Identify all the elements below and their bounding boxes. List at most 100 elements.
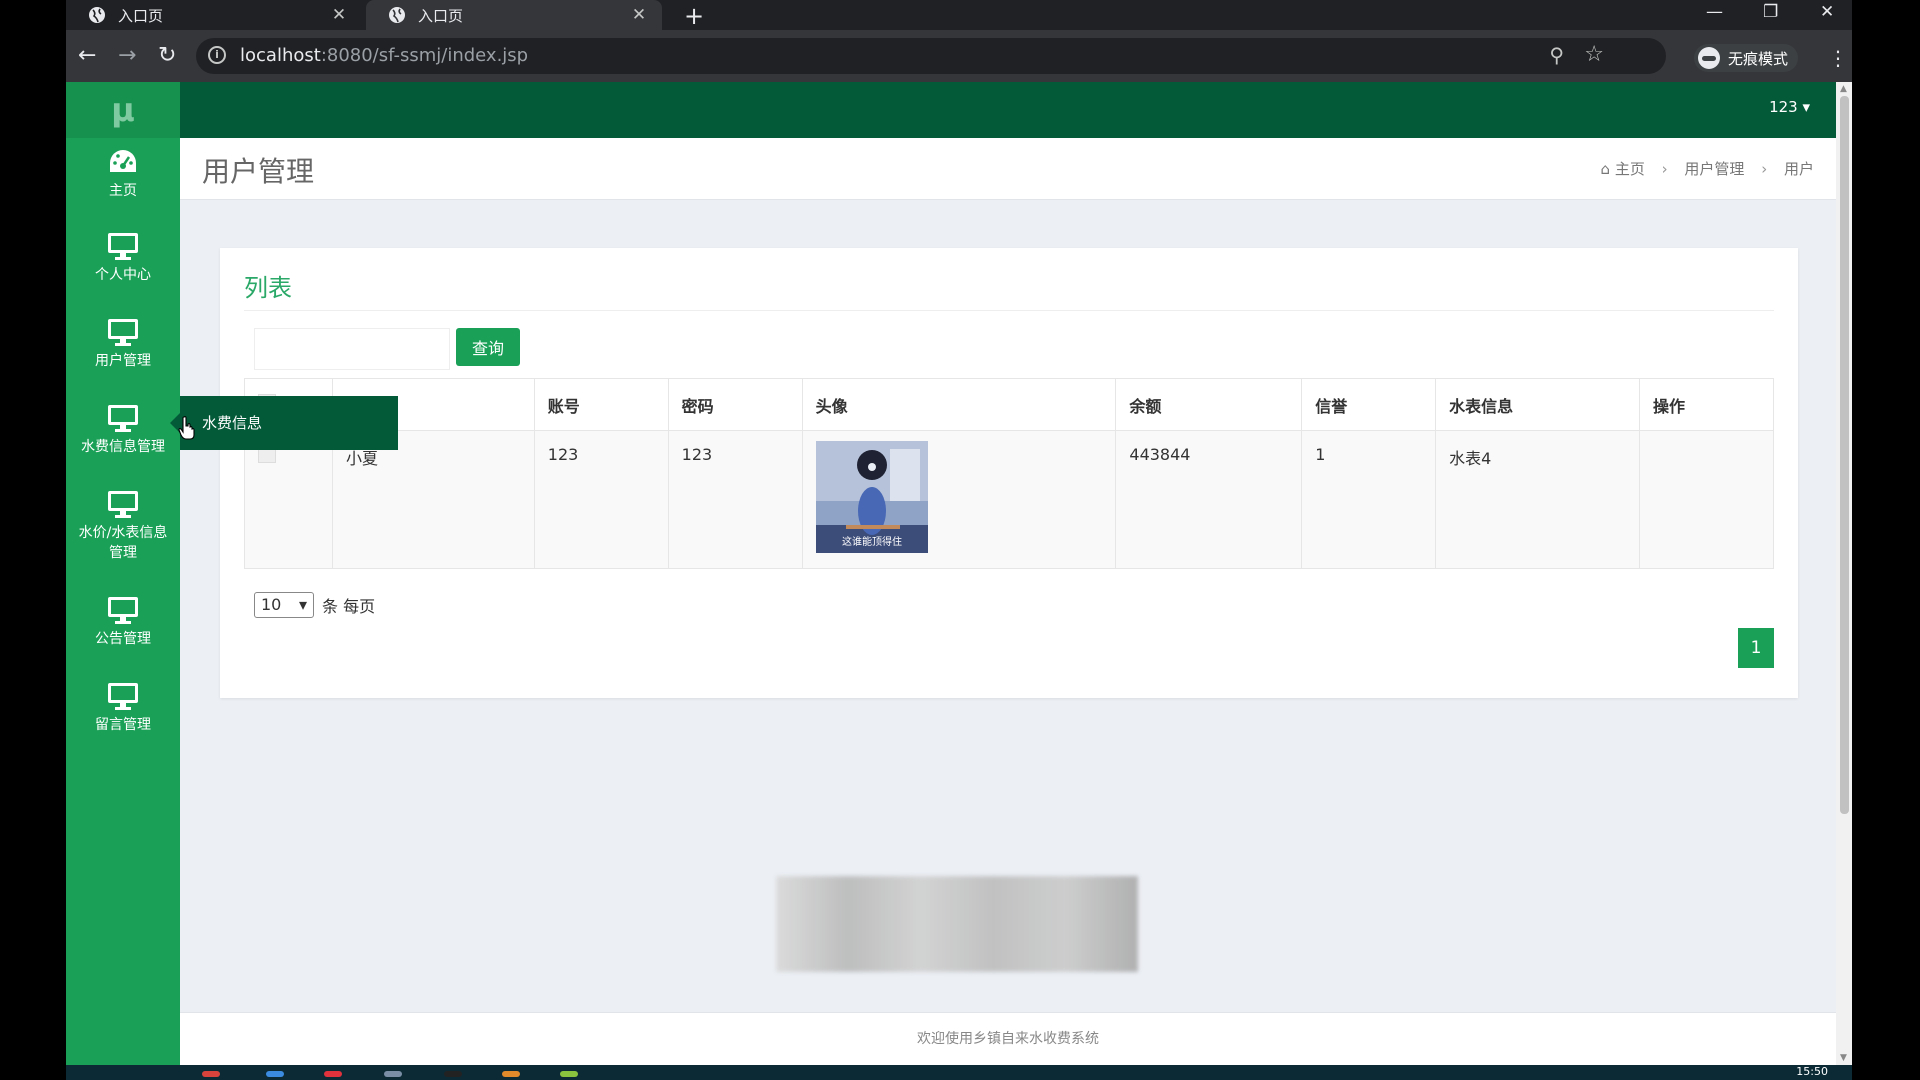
taskbar-app-icon[interactable] [266,1071,284,1077]
cell-select [244,430,333,569]
url-text: localhost:8080/sf-ssmj/index.jsp [240,45,529,66]
column-header-credit: 信誉 [1301,378,1437,431]
page-scrollbar[interactable]: ▲ ▼ [1836,82,1852,1065]
sidebar-item-user-management[interactable]: 用户管理 [66,318,180,370]
sidebar-item-personal-center[interactable]: 个人中心 [66,232,180,284]
close-tab-icon[interactable]: ✕ [326,5,352,25]
cell-name: 小夏 [331,430,535,569]
sidebar-item-label: 水价/水表信息 [78,525,168,541]
table-header-row: 称 账号 密码 头像 余额 信誉 水表信息 操作 [244,378,1774,431]
content-header: 用户管理 ⌂ 主页 › 用户管理 › 用户 [180,138,1836,200]
column-header-meter: 水表信息 [1435,378,1640,431]
new-tab-icon[interactable]: + [684,2,704,30]
address-bar[interactable]: i localhost:8080/sf-ssmj/index.jsp ⚲ ☆ [196,38,1666,74]
sidebar-item-label: 用户管理 [95,353,151,369]
submenu-water-fee-info[interactable]: 水费信息 [170,396,398,450]
pagination-page-1[interactable]: 1 [1738,628,1774,668]
taskbar-app-icon[interactable] [560,1071,578,1077]
sidebar: μ 主页 个人中心 用户管理 水费信息管理 水价/水表信息 管理 公告管理 留言… [66,82,180,1065]
home-icon: ⌂ [1600,160,1611,178]
footer: 欢迎使用乡镇自来水收费系统 [180,1012,1836,1065]
browser-menu-icon[interactable]: ⋮ [1828,46,1848,70]
breadcrumb: ⌂ 主页 › 用户管理 › 用户 [1601,158,1814,179]
browser-window: 入口页 ✕ 入口页 ✕ + — ❐ ✕ ← → ↻ i localhost:80… [66,0,1852,1080]
scroll-up-icon[interactable]: ▲ [1840,84,1847,94]
cell-meter: 水表4 [1435,430,1640,569]
monitor-icon [108,597,138,624]
cell-password: 123 [667,430,803,569]
scrollbar-thumb[interactable] [1840,96,1849,814]
monitor-icon [108,683,138,710]
sidebar-item-message-management[interactable]: 留言管理 [66,682,180,734]
site-info-icon[interactable]: i [208,46,226,64]
sidebar-item-announcement-management[interactable]: 公告管理 [66,596,180,648]
sidebar-item-label: 个人中心 [95,267,151,283]
scroll-down-icon[interactable]: ▼ [1840,1053,1847,1063]
sidebar-item-water-price-meter-management[interactable]: 水价/水表信息 管理 [66,490,180,562]
sidebar-item-label-line2: 管理 [109,545,137,561]
column-header-avatar: 头像 [801,378,1117,431]
restore-icon[interactable]: ❐ [1763,0,1778,24]
taskbar-app-icon[interactable] [384,1071,402,1077]
hand-cursor-icon [178,416,195,440]
breadcrumb-user-management[interactable]: 用户管理 [1684,160,1744,178]
browser-tab-1[interactable]: 入口页 ✕ [66,0,362,30]
monitor-icon [108,405,138,432]
taskbar-app-icon[interactable] [444,1071,462,1077]
divider [244,310,1774,311]
close-window-icon[interactable]: ✕ [1820,0,1834,24]
cell-account: 123 [533,430,669,569]
sidebar-item-label: 主页 [109,183,137,199]
screen: 入口页 ✕ 入口页 ✕ + — ❐ ✕ ← → ↻ i localhost:80… [0,0,1920,1080]
column-header-balance: 余额 [1115,378,1303,431]
sidebar-item-label: 水费信息管理 [81,439,165,455]
sidebar-item-label: 留言管理 [95,717,151,733]
breadcrumb-home[interactable]: 主页 [1615,160,1645,178]
minimize-icon[interactable]: — [1706,0,1723,24]
user-table: 称 账号 密码 头像 余额 信誉 水表信息 操作 [244,378,1774,569]
monitor-icon [108,233,138,260]
page-size-select[interactable]: 10 [254,592,314,618]
list-title: 列表 [244,274,292,302]
monitor-icon [108,319,138,346]
tab-title: 入口页 [118,6,164,25]
taskbar-app-icon[interactable] [324,1071,342,1077]
globe-icon [389,7,405,23]
page-size-control: 10 条 每页 [254,592,375,618]
forward-icon[interactable]: → [118,42,136,70]
taskbar-app-icon[interactable] [202,1071,220,1077]
search-input[interactable] [254,328,450,370]
dashboard-icon [110,150,136,172]
cell-credit: 1 [1301,430,1437,569]
tab-strip: 入口页 ✕ 入口页 ✕ + — ❐ ✕ [66,0,1852,30]
incognito-icon [1698,47,1720,69]
sidebar-item-label: 公告管理 [95,631,151,647]
reload-icon[interactable]: ↻ [158,42,176,70]
column-header-actions: 操作 [1639,378,1774,431]
chevron-right-icon: › [1761,160,1768,178]
table-row: 小夏 123 123 这谁能顶得住 443844 1 水表4 [244,430,1774,569]
list-box: 列表 查询 称 账号 密码 头像 余额 [220,248,1798,698]
column-header-password: 密码 [667,378,803,431]
zoom-icon[interactable]: ⚲ [1549,43,1564,67]
avatar-image: 这谁能顶得住 [815,441,928,553]
logo: μ [66,82,180,138]
browser-toolbar: ← → ↻ i localhost:8080/sf-ssmj/index.jsp… [66,30,1852,82]
cell-actions [1639,430,1774,569]
cell-avatar: 这谁能顶得住 [801,430,1117,569]
taskbar-app-icon[interactable] [502,1071,520,1077]
sidebar-item-water-fee-management[interactable]: 水费信息管理 [66,404,180,456]
query-button[interactable]: 查询 [456,328,520,366]
cell-balance: 443844 [1115,430,1303,569]
browser-tab-2[interactable]: 入口页 ✕ [366,0,662,30]
monitor-icon [108,491,138,518]
top-navbar: 123 ▾ [180,82,1836,138]
bookmark-star-icon[interactable]: ☆ [1584,42,1604,67]
user-dropdown[interactable]: 123 ▾ [1769,98,1810,116]
taskbar: 15:50 [66,1065,1852,1080]
back-icon[interactable]: ← [78,42,96,70]
sidebar-item-home[interactable]: 主页 [66,148,180,200]
chevron-right-icon: › [1661,160,1668,178]
incognito-badge[interactable]: 无痕模式 [1694,44,1799,72]
close-tab-icon[interactable]: ✕ [626,5,652,25]
